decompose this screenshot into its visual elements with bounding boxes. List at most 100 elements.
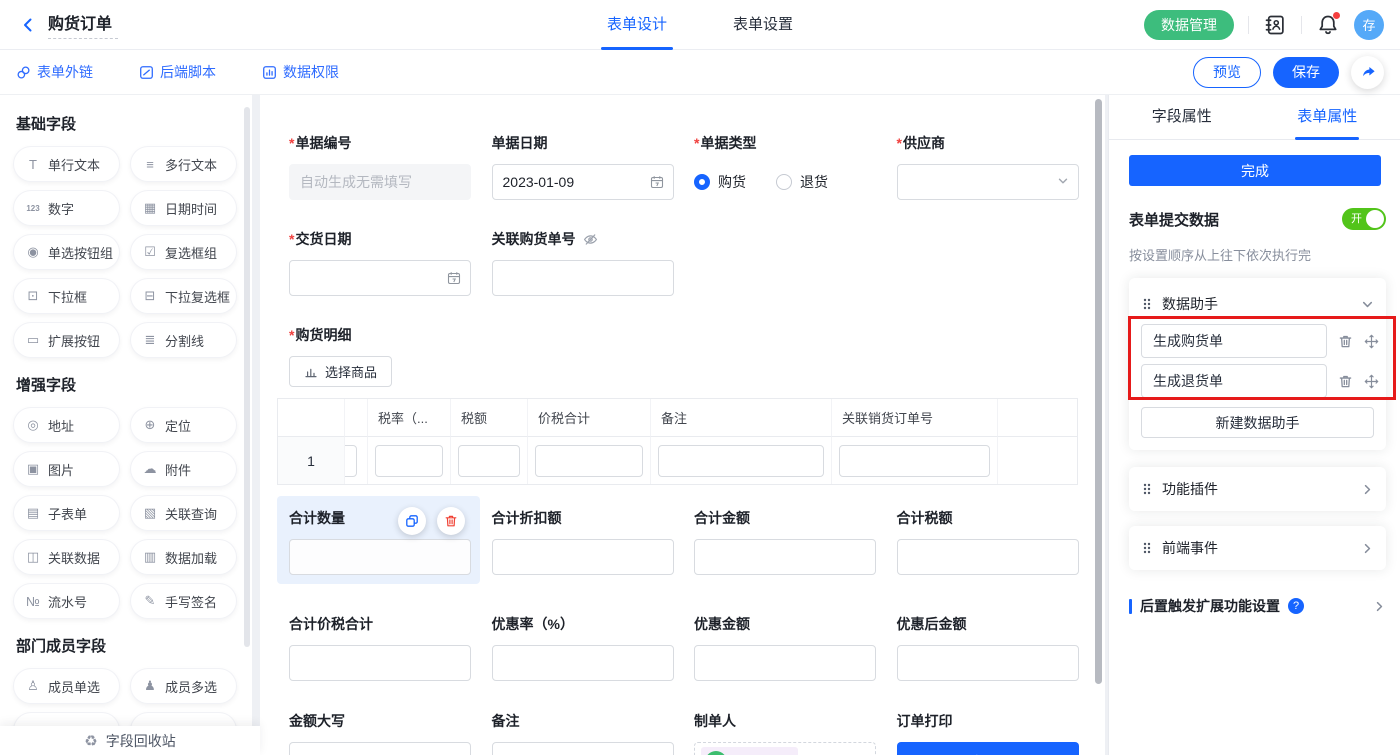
field-type-number[interactable]: 123数字 [14,191,119,225]
data-manage-button[interactable]: 数据管理 [1144,10,1234,40]
field-doc-date[interactable]: 单据日期 [492,133,695,200]
field-order-print[interactable]: 订单打印 打印 [897,711,1100,755]
field-discount-rate[interactable]: 优惠率（%） [492,614,695,681]
discount-rate-input[interactable] [492,645,674,681]
total-quantity-input[interactable] [289,539,471,575]
drag-handle-icon[interactable] [1141,482,1153,496]
data-permission-button[interactable]: 数据权限 [262,62,339,82]
field-type-multi-select[interactable]: ⊟下拉复选框 [131,279,236,313]
help-icon[interactable]: ? [1288,598,1304,614]
field-type-linked-data[interactable]: ◫关联数据 [14,540,119,574]
post-trigger-settings[interactable]: 后置触发扩展功能设置 ? [1129,596,1386,616]
radio-option-return[interactable]: 退货 [776,172,828,192]
select-product-button[interactable]: 选择商品 [289,356,392,387]
user-avatar[interactable]: 存 [1354,10,1384,40]
plugin-card[interactable]: 功能插件 [1129,467,1386,511]
clipped-input[interactable] [345,445,357,477]
tab-field-properties[interactable]: 字段属性 [1109,95,1255,139]
amount-in-words-input[interactable] [289,742,471,755]
creator-box[interactable]: 户 当前用户 [694,742,876,755]
field-type-member-multi[interactable]: ♟成员多选 [131,669,236,703]
doc-date-input[interactable] [492,164,674,200]
tab-form-design[interactable]: 表单设计 [607,0,667,50]
notification-bell-icon[interactable] [1316,13,1340,37]
field-type-divider[interactable]: ≣分割线 [131,323,236,357]
move-icon[interactable] [1364,334,1379,349]
doc-no-input[interactable] [289,164,471,200]
selected-field-total-quantity[interactable]: 合计数量 [277,496,480,584]
field-type-extend-button[interactable]: ▭扩展按钮 [14,323,119,357]
field-recycle-bin[interactable]: ♻ 字段回收站 [0,726,260,755]
remark-textarea[interactable] [492,742,674,755]
field-creator[interactable]: 制单人 户 当前用户 [694,711,897,755]
field-type-linked-query[interactable]: ▧关联查询 [131,496,236,530]
total-discount-input[interactable] [492,539,674,575]
field-total-tax[interactable]: 合计税额 [897,508,1100,584]
field-type-image[interactable]: ▣图片 [14,452,119,486]
canvas-scrollbar[interactable] [1095,99,1102,684]
field-type-datetime[interactable]: ▦日期时间 [131,191,236,225]
assistant-item-generate-return[interactable]: 生成退货单 [1141,364,1327,398]
contact-book-icon[interactable] [1263,13,1287,37]
sidebar-scrollbar[interactable] [244,107,250,647]
drag-handle-icon[interactable] [1141,541,1153,555]
radio-unselected-icon[interactable] [776,174,792,190]
done-button[interactable]: 完成 [1129,155,1381,186]
drag-handle-icon[interactable] [1141,297,1153,311]
delivery-date-input[interactable] [289,260,471,296]
copy-field-button[interactable] [398,507,426,535]
radio-option-purchase[interactable]: 购货 [694,172,746,192]
trash-icon[interactable] [1338,374,1353,389]
field-type-multi-line-text[interactable]: ≡多行文本 [131,147,236,181]
total-amount-input[interactable] [694,539,876,575]
field-type-address[interactable]: ◎地址 [14,408,119,442]
field-type-single-line-text[interactable]: T单行文本 [14,147,119,181]
related-sales-input[interactable] [839,445,990,477]
related-no-input[interactable] [492,260,674,296]
supplier-select[interactable] [897,164,1079,200]
external-link-button[interactable]: 表单外链 [16,62,93,82]
field-type-subform[interactable]: ▤子表单 [14,496,119,530]
submit-data-toggle[interactable]: 开 [1342,208,1386,230]
field-type-attachment[interactable]: ☁附件 [131,452,236,486]
field-doc-no[interactable]: *单据编号 [289,133,492,200]
field-supplier[interactable]: *供应商 [897,133,1100,200]
field-purchase-detail[interactable]: *购货明细 选择商品 税率（... 税额 价税合计 备注 关联销货订单号 1 [289,325,1105,485]
frontend-event-card[interactable]: 前端事件 [1129,526,1386,570]
field-related-no[interactable]: 关联购货单号 [492,229,695,296]
tab-form-settings[interactable]: 表单设置 [733,0,793,50]
radio-selected-icon[interactable] [694,174,710,190]
tab-form-properties[interactable]: 表单属性 [1255,95,1400,139]
tax-amount-input[interactable] [458,445,520,477]
field-total-with-tax-sum[interactable]: 合计价税合计 [289,614,492,681]
preview-button[interactable]: 预览 [1193,57,1261,88]
remark-input[interactable] [658,445,824,477]
save-button[interactable]: 保存 [1273,57,1339,88]
share-button[interactable] [1351,56,1384,89]
field-type-serial-number[interactable]: №流水号 [14,584,119,618]
field-discount-amount[interactable]: 优惠金额 [694,614,897,681]
field-total-discount[interactable]: 合计折扣额 [492,508,695,584]
move-icon[interactable] [1364,374,1379,389]
print-button[interactable]: 打印 [897,742,1079,755]
total-tax-input[interactable] [897,539,1079,575]
discount-amount-input[interactable] [694,645,876,681]
field-type-data-load[interactable]: ▥数据加载 [131,540,236,574]
new-data-assistant-button[interactable]: 新建数据助手 [1141,407,1374,438]
after-discount-amount-input[interactable] [897,645,1079,681]
field-remark[interactable]: 备注 [492,711,695,755]
field-type-radio-group[interactable]: ◉单选按钮组 [14,235,119,269]
field-type-select[interactable]: ⊡下拉框 [14,279,119,313]
field-type-member-single[interactable]: ♙成员单选 [14,669,119,703]
field-delivery-date[interactable]: *交货日期 [289,229,492,296]
field-type-location[interactable]: ⊕定位 [131,408,236,442]
field-total-amount[interactable]: 合计金额 [694,508,897,584]
field-type-signature[interactable]: ✎手写签名 [131,584,236,618]
assistant-item-generate-purchase[interactable]: 生成购货单 [1141,324,1327,358]
chevron-down-icon[interactable] [1361,298,1374,311]
backend-script-button[interactable]: 后端脚本 [139,62,216,82]
total-with-tax-input[interactable] [535,445,643,477]
delete-field-button[interactable] [437,507,465,535]
field-doc-type[interactable]: *单据类型 购货 退货 [694,133,897,200]
trash-icon[interactable] [1338,334,1353,349]
